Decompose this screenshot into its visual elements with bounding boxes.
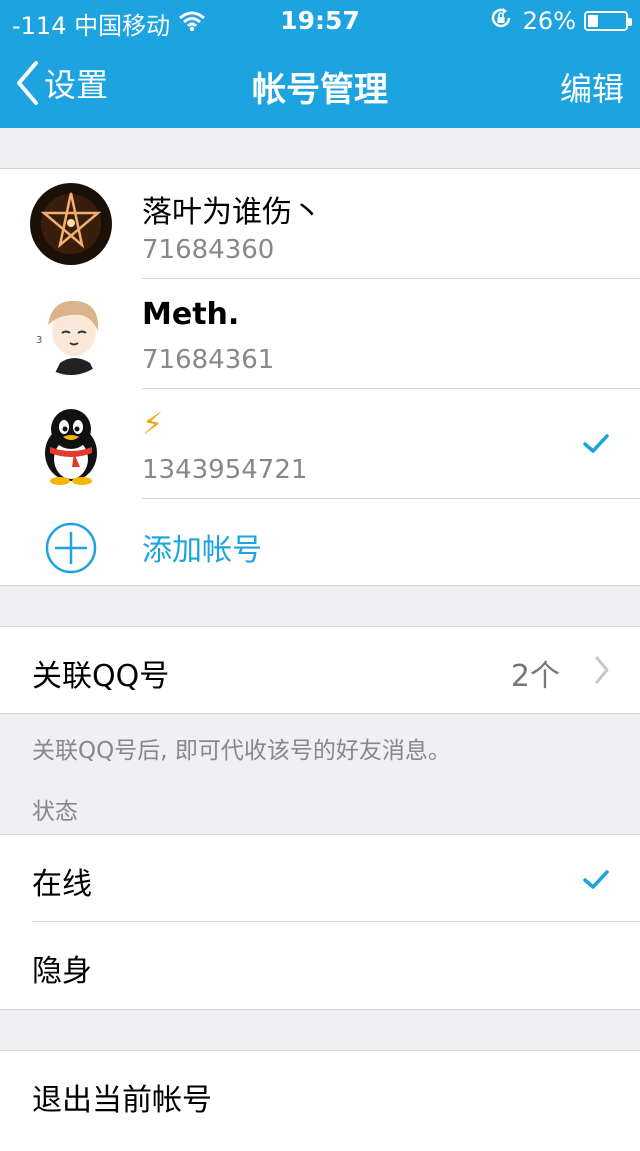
- navigation-bar: 设置 帐号管理 编辑: [0, 40, 640, 128]
- logout-label: 退出当前帐号: [32, 1083, 212, 1118]
- status-option-online[interactable]: 在线: [0, 835, 640, 922]
- account-row[interactable]: 3 Meth. 71684361: [0, 279, 640, 389]
- svg-text:3: 3: [36, 335, 42, 346]
- avatar: [30, 403, 112, 485]
- status-section-header: 状态: [32, 799, 78, 825]
- top-bar: -114 中国移动 19:57 26% 设置 帐号管理 编辑: [0, 0, 640, 128]
- qq-penguin-icon: [45, 409, 97, 485]
- battery-percent: 26%: [522, 7, 576, 35]
- status-option-invisible[interactable]: 隐身: [0, 922, 640, 1009]
- battery-icon: [584, 11, 632, 31]
- account-row[interactable]: ⚡ 1343954721: [0, 389, 640, 499]
- account-number: 71684360: [142, 235, 275, 265]
- status-option-label: 在线: [32, 867, 92, 902]
- status-options: 在线 隐身: [0, 834, 640, 1010]
- checkmark-icon: [583, 434, 609, 453]
- status-bar: -114 中国移动 19:57 26%: [0, 0, 640, 40]
- linked-qq-label: 关联QQ号: [32, 659, 170, 694]
- account-name: 落叶为谁伤丶: [142, 195, 322, 230]
- account-number: 71684361: [142, 345, 275, 375]
- linked-qq-note: 关联QQ号后, 即可代收该号的好友消息。: [32, 738, 451, 764]
- account-number: 1343954721: [142, 455, 308, 485]
- edit-button[interactable]: 编辑: [560, 64, 624, 110]
- add-account-label: 添加帐号: [142, 533, 262, 568]
- linked-qq-row[interactable]: 关联QQ号 2个: [0, 626, 640, 714]
- account-name: ⚡: [142, 407, 164, 442]
- account-name: Meth.: [142, 297, 240, 332]
- chevron-right-icon: [595, 656, 609, 684]
- status-option-label: 隐身: [32, 954, 92, 989]
- linked-qq-count: 2个: [510, 659, 560, 694]
- rotation-lock-icon: [489, 6, 513, 36]
- checkmark-icon: [583, 870, 609, 889]
- add-account-button[interactable]: 添加帐号: [0, 499, 640, 585]
- avatar: 3: [30, 293, 112, 375]
- page-title: 帐号管理: [252, 70, 388, 110]
- avatar: [30, 183, 112, 265]
- add-circle-icon: [45, 522, 97, 574]
- account-row[interactable]: 落叶为谁伤丶 71684360: [0, 169, 640, 279]
- accounts-list: 落叶为谁伤丶 71684360 3 Meth. 71684361 ⚡ 13439…: [0, 168, 640, 586]
